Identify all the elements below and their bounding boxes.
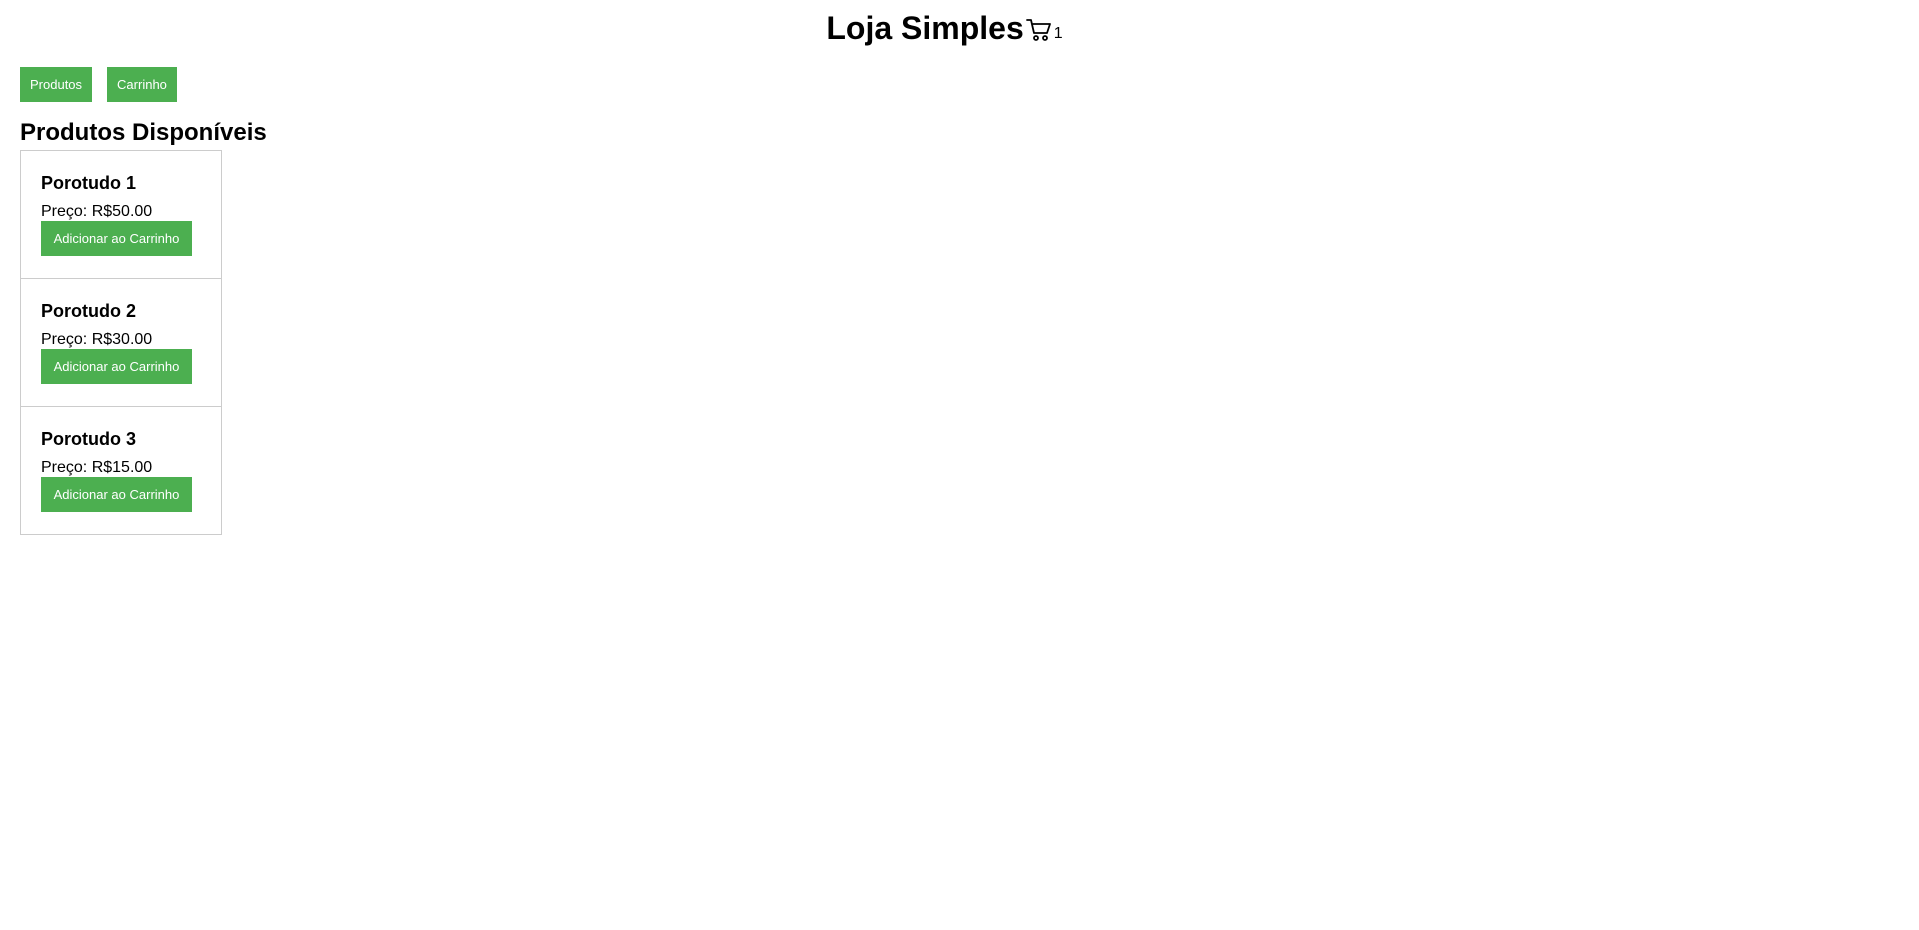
cart-count-badge: 1 [1053,25,1063,42]
header: Loja Simples 1 [0,0,1919,56]
page: Loja Simples 1 Produtos Carrinho Produto… [0,0,1919,930]
add-to-cart-button[interactable]: Adicionar ao Carrinho [41,349,192,385]
cart-indicator[interactable]: 1 [1025,18,1063,42]
product-price: Preço: R$50.00 [41,202,153,220]
header-content: Loja Simples 1 [826,12,1062,44]
product-price: Preço: R$15.00 [41,458,153,476]
product-name: Porotudo 1 [41,173,136,193]
section-title: Produtos Disponíveis [20,119,267,146]
main-nav: Produtos Carrinho [20,67,177,102]
product-card: Porotudo 3 Preço: R$15.00 Adicionar ao C… [20,406,222,535]
product-name: Porotudo 3 [41,429,136,449]
products-nav-button[interactable]: Produtos [20,67,93,102]
cart-nav-button[interactable]: Carrinho [107,67,177,102]
add-to-cart-button[interactable]: Adicionar ao Carrinho [41,221,192,257]
page-title: Loja Simples [826,10,1024,46]
product-card: Porotudo 2 Preço: R$30.00 Adicionar ao C… [20,278,222,407]
product-list: Porotudo 1 Preço: R$50.00 Adicionar ao C… [20,150,222,535]
shopping-cart-icon [1025,18,1052,42]
product-price: Preço: R$30.00 [41,330,153,348]
product-name: Porotudo 2 [41,301,136,321]
add-to-cart-button[interactable]: Adicionar ao Carrinho [41,477,192,513]
product-card: Porotudo 1 Preço: R$50.00 Adicionar ao C… [20,150,222,279]
